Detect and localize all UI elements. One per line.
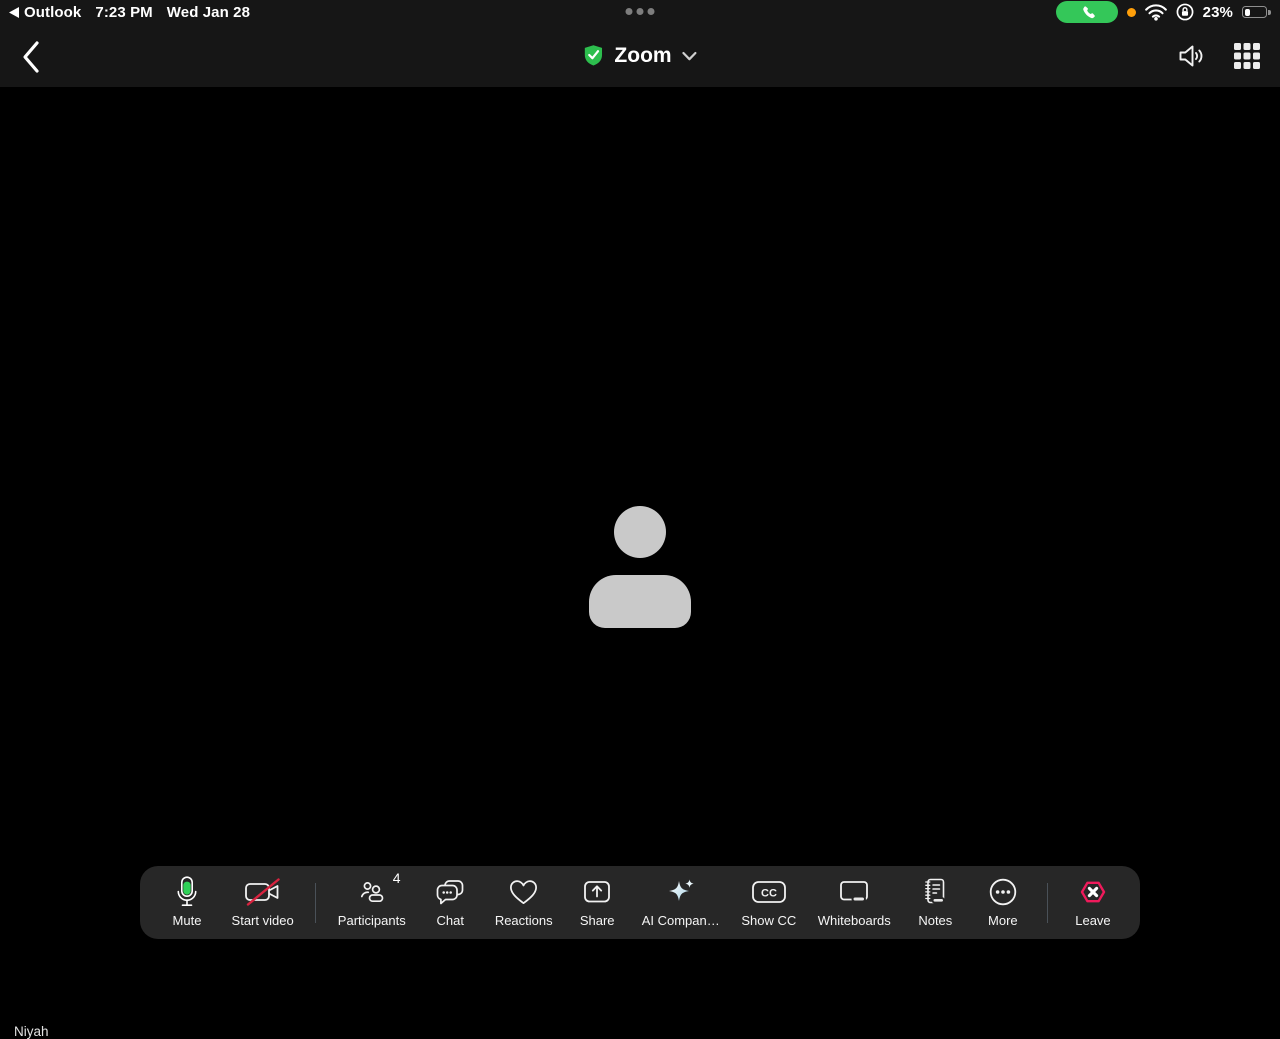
leave-hexagon-icon [1077, 877, 1109, 907]
avatar-body [589, 575, 691, 628]
more-ellipsis-icon [988, 877, 1018, 907]
gallery-view-button[interactable] [1234, 42, 1260, 69]
apps-grid-icon [1234, 42, 1260, 69]
active-call-phone-icon[interactable] [1055, 1, 1118, 23]
speaker-icon [1179, 45, 1203, 66]
security-shield-icon [584, 44, 603, 65]
whiteboards-button[interactable]: Whiteboards [818, 877, 891, 928]
rotation-lock-icon [1176, 3, 1194, 21]
speaker-audio-button[interactable] [1178, 43, 1206, 69]
toolbar-separator [1047, 882, 1049, 923]
status-time: 7:23 PM [95, 3, 153, 21]
leave-button[interactable]: Leave [1070, 877, 1116, 928]
toolbar-label: Reactions [494, 913, 553, 928]
toolbar-label: Participants [337, 913, 406, 928]
meeting-nav-bar: Zoom [0, 24, 1280, 87]
toolbar-label: Whiteboards [817, 913, 891, 928]
video-camera-off-icon [243, 877, 283, 907]
microphone-in-use-dot [1126, 7, 1136, 17]
meeting-info-dropdown[interactable]: Zoom [582, 24, 697, 87]
battery-percent: 23% [1202, 3, 1233, 21]
back-to-app-button[interactable]: Outlook [9, 4, 81, 21]
toolbar-label: Mute [172, 913, 202, 928]
mute-button[interactable]: Mute [164, 876, 210, 928]
toolbar-label: Show CC [741, 913, 797, 928]
notes-icon [921, 877, 949, 907]
whiteboard-icon [838, 877, 870, 907]
show-cc-button[interactable]: CC Show CC [741, 877, 796, 928]
chat-button[interactable]: Chat [427, 877, 473, 928]
chat-bubbles-icon [435, 877, 465, 907]
ai-companion-button[interactable]: AI Compan… [642, 877, 720, 928]
start-video-button[interactable]: Start video [232, 877, 294, 928]
avatar-head [614, 506, 666, 558]
ai-sparkle-icon [666, 877, 696, 907]
participants-icon [359, 877, 385, 907]
notes-button[interactable]: Notes [912, 877, 958, 928]
back-app-label: Outlook [24, 3, 82, 21]
toolbar-label: AI Compan… [641, 913, 720, 928]
share-screen-icon [582, 877, 612, 907]
back-chevron-icon[interactable] [18, 37, 44, 77]
microphone-icon [173, 876, 201, 907]
meeting-toolbar: Mute Start video 4 Participants Chat Rea… [140, 866, 1140, 939]
status-date: Wed Jan 28 [166, 3, 251, 21]
multitask-handle-icon[interactable] [625, 8, 655, 15]
toolbar-label: More [988, 913, 1018, 928]
chevron-down-icon [682, 51, 697, 60]
toolbar-label: Leave [1075, 913, 1111, 928]
cc-icon-text: CC [761, 888, 777, 900]
battery-icon [1242, 6, 1271, 18]
more-button[interactable]: More [980, 877, 1026, 928]
toolbar-separator [315, 882, 317, 923]
participants-count-badge: 4 [392, 870, 401, 886]
toolbar-label: Start video [231, 913, 294, 928]
closed-captions-icon: CC [751, 877, 787, 907]
share-button[interactable]: Share [574, 877, 620, 928]
back-triangle-icon [9, 6, 19, 18]
self-name-label: Niyah [14, 1024, 49, 1039]
heart-icon [508, 877, 539, 907]
top-chrome: Outlook 7:23 PM Wed Jan 28 23% Zoom [0, 0, 1280, 87]
participant-avatar [589, 506, 691, 628]
toolbar-label: Chat [436, 913, 464, 928]
meeting-title: Zoom [614, 43, 672, 67]
toolbar-label: Notes [918, 913, 953, 928]
wifi-icon [1144, 3, 1167, 21]
reactions-button[interactable]: Reactions [495, 877, 553, 928]
toolbar-label: Share [579, 913, 615, 928]
video-stage: Niyah [0, 87, 1280, 1039]
participants-button[interactable]: 4 Participants [337, 870, 406, 928]
